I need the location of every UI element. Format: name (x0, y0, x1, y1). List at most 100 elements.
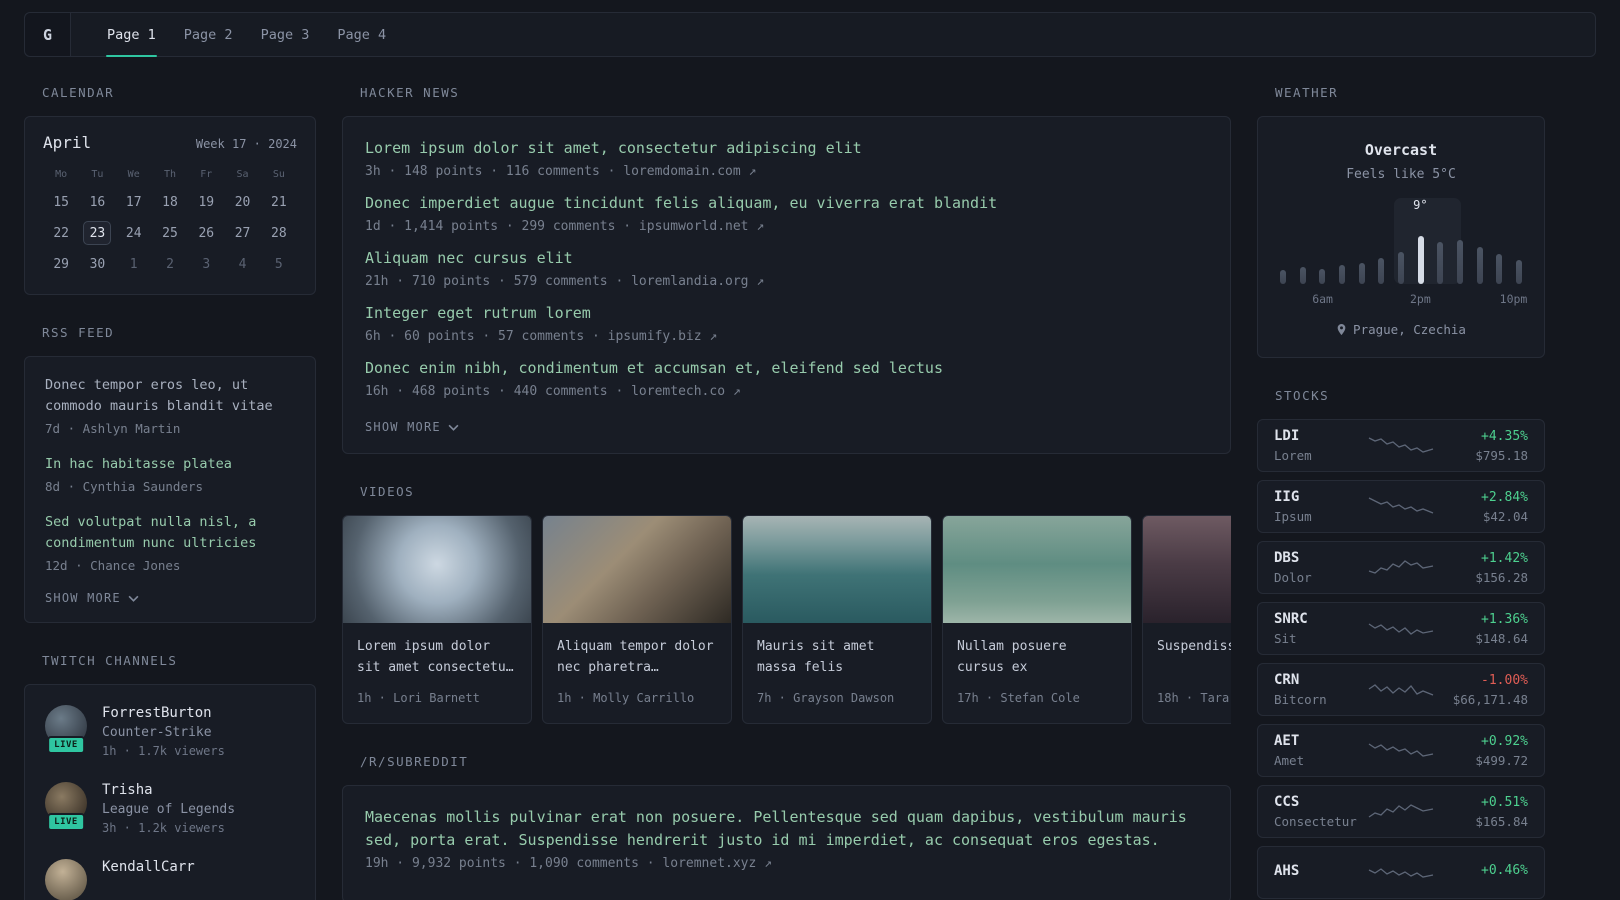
videos-section: VIDEOS Lorem ipsum dolor sit amet consec… (342, 484, 1231, 724)
rss-item-title[interactable]: Sed volutpat nulla nisl, a condimentum n… (45, 512, 295, 554)
hn-item-title[interactable]: Integer eget rutrum lorem (365, 302, 1208, 325)
hn-item: Donec imperdiet augue tincidunt felis al… (365, 192, 1208, 234)
twitch-channel[interactable]: LIVE Trisha League of Legends 3h · 1.2k … (45, 782, 295, 835)
temperature-bar (1378, 258, 1385, 284)
stock-price: $66,171.48 (1452, 691, 1528, 707)
stock-change: +1.42% (1481, 550, 1528, 566)
live-badge: LIVE (47, 736, 85, 754)
weekday-label: We (127, 168, 140, 180)
rss-item-title[interactable]: In hac habitasse platea (45, 454, 295, 475)
stock-symbol: AET (1274, 733, 1300, 749)
calendar-date: 17 (125, 194, 142, 210)
hn-show-more-button[interactable]: SHOW MORE (365, 420, 459, 434)
hacker-news-section: HACKER NEWS Lorem ipsum dolor sit amet, … (342, 85, 1231, 454)
weather-condition: Overcast (1364, 141, 1438, 159)
stock-symbol: LDI (1274, 428, 1300, 444)
twitch-widget: LIVE ForrestBurton Counter-Strike 1h · 1… (24, 684, 316, 900)
weather-location-label: Prague, Czechia (1353, 322, 1466, 337)
hn-item-meta[interactable]: 1d · 1,414 points · 299 comments · ipsum… (365, 219, 1208, 234)
weekday-label: Su (272, 168, 285, 180)
reddit-post-title[interactable]: Maecenas mollis pulvinar erat non posuer… (365, 806, 1208, 852)
hn-item-title[interactable]: Donec enim nibh, condimentum et accumsan… (365, 357, 1208, 380)
stocks-section-title: STOCKS (1275, 388, 1330, 403)
temperature-bar (1515, 260, 1522, 284)
temperature-bar (1299, 267, 1306, 284)
hn-item-title[interactable]: Aliquam nec cursus elit (365, 247, 1208, 270)
hn-item-title[interactable]: Donec imperdiet augue tincidunt felis al… (365, 192, 1208, 215)
app-logo[interactable]: G (25, 13, 71, 56)
tab-page-3[interactable]: Page 3 (247, 13, 324, 56)
weather-location: Prague, Czechia (1278, 322, 1524, 337)
rss-item-title[interactable]: Donec tempor eros leo, ut commodo mauris… (45, 375, 295, 417)
middle-column: HACKER NEWS Lorem ipsum dolor sit amet, … (342, 85, 1231, 900)
hn-item-meta[interactable]: 21h · 710 points · 579 comments · loreml… (365, 274, 1208, 289)
stock-identity: AET Amet (1274, 733, 1368, 768)
weather-section-title: WEATHER (1275, 85, 1339, 100)
calendar-section-title: CALENDAR (42, 85, 115, 100)
avatar-image (45, 859, 87, 900)
calendar-grid: Mo Tu We Th Fr Sa Su 15 16 17 18 19 20 2… (43, 165, 297, 276)
tab-page-4[interactable]: Page 4 (323, 13, 400, 56)
live-badge: LIVE (47, 813, 85, 831)
stock-values: -1.00% $66,171.48 (1434, 673, 1528, 707)
video-card-body: Nullam posuere cursus ex 17h · Stefan Co… (943, 623, 1131, 723)
hn-item-title[interactable]: Lorem ipsum dolor sit amet, consectetur … (365, 137, 1208, 160)
channel-name: Trisha (102, 782, 153, 798)
rss-show-more-button[interactable]: SHOW MORE (45, 591, 139, 605)
stock-row[interactable]: LDI Lorem +4.35% $795.18 (1257, 419, 1545, 472)
stock-symbol: IIG (1274, 489, 1300, 505)
subreddit-section: /R/SUBREDDIT Maecenas mollis pulvinar er… (342, 754, 1231, 900)
stock-price: $156.28 (1475, 569, 1528, 585)
stock-sparkline (1368, 803, 1434, 818)
stock-change: +4.35% (1481, 428, 1528, 444)
stock-sparkline (1368, 436, 1434, 453)
hn-item-meta[interactable]: 3h · 148 points · 116 comments · loremdo… (365, 164, 1208, 179)
calendar-date: 24 (125, 225, 142, 241)
video-card[interactable]: Suspendisse … diam 18h · Tara (1142, 515, 1231, 724)
stock-row[interactable]: CRN Bitcorn -1.00% $66,171.48 (1257, 663, 1545, 716)
tab-page-2[interactable]: Page 2 (170, 13, 247, 56)
weather-section: WEATHER Overcast Feels like 5°C 9° 6am 2… (1257, 85, 1545, 358)
hn-item: Integer eget rutrum lorem 6h · 60 points… (365, 302, 1208, 344)
stock-row[interactable]: AET Amet +0.92% $499.72 (1257, 724, 1545, 777)
hacker-news-widget: Lorem ipsum dolor sit amet, consectetur … (342, 116, 1231, 454)
video-card-body: Suspendisse … diam 18h · Tara (1143, 623, 1231, 723)
video-card[interactable]: Mauris sit amet massa felis 7h · Grayson… (742, 515, 932, 724)
stock-row[interactable]: DBS Dolor +1.42% $156.28 (1257, 541, 1545, 594)
calendar-date: 15 (53, 194, 69, 210)
calendar-date: 22 (53, 225, 69, 241)
location-pin-icon (1337, 324, 1346, 335)
video-card[interactable]: Aliquam tempor dolor nec pharetra… 1h · … (542, 515, 732, 724)
twitch-channel[interactable]: LIVE ForrestBurton Counter-Strike 1h · 1… (45, 705, 295, 758)
right-column: WEATHER Overcast Feels like 5°C 9° 6am 2… (1257, 85, 1545, 900)
stock-row[interactable]: AHS +0.46% (1257, 846, 1545, 899)
weekday-label: Tu (91, 168, 104, 180)
stock-sparkline (1368, 559, 1434, 574)
video-card[interactable]: Nullam posuere cursus ex 17h · Stefan Co… (942, 515, 1132, 724)
stock-row[interactable]: CCS Consectetur +0.51% $165.84 (1257, 785, 1545, 838)
calendar-date: 26 (198, 225, 215, 241)
calendar-header: April Week 17 · 2024 (43, 133, 297, 152)
tab-page-1[interactable]: Page 1 (93, 13, 170, 57)
video-title: Nullam posuere cursus ex (957, 639, 1067, 675)
stock-row[interactable]: SNRC Sit +1.36% $148.64 (1257, 602, 1545, 655)
reddit-post-meta[interactable]: 19h · 9,932 points · 1,090 comments · lo… (365, 856, 1208, 871)
twitch-channel[interactable]: KendallCarr (45, 859, 295, 900)
weather-widget: Overcast Feels like 5°C 9° 6am 2pm 10pm … (1257, 116, 1545, 358)
calendar-date: 29 (53, 256, 69, 272)
left-column: CALENDAR April Week 17 · 2024 Mo Tu We T… (24, 85, 316, 900)
rss-section-title: RSS FEED (42, 325, 115, 340)
video-card-body: Lorem ipsum dolor sit amet consectetu… 1… (343, 623, 531, 723)
hn-item-meta[interactable]: 16h · 468 points · 440 comments · loremt… (365, 384, 1208, 399)
hour-label: 6am (1312, 292, 1333, 306)
calendar-date: 21 (271, 194, 287, 210)
stock-symbol: CRN (1274, 672, 1300, 688)
stock-symbol: CCS (1274, 794, 1300, 810)
weather-feels-like: Feels like 5°C (1346, 167, 1456, 182)
video-thumbnail (743, 516, 931, 623)
video-card[interactable]: Lorem ipsum dolor sit amet consectetu… 1… (342, 515, 532, 724)
hour-label: 2pm (1409, 292, 1431, 306)
stock-price: $499.72 (1475, 752, 1528, 768)
hn-item-meta[interactable]: 6h · 60 points · 57 comments · ipsumify.… (365, 329, 1208, 344)
stock-row[interactable]: IIG Ipsum +2.84% $42.04 (1257, 480, 1545, 533)
